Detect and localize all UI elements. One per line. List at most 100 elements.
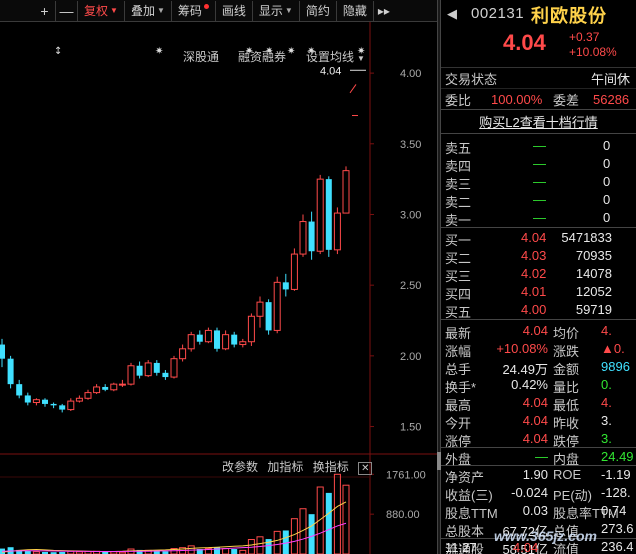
chouma-button[interactable]: 筹码 — [172, 0, 216, 21]
volume-bar — [342, 484, 350, 554]
status-label: 交易状态 — [445, 71, 498, 87]
sell-level-volume: 0 — [603, 156, 611, 171]
volume-bar — [214, 547, 220, 554]
candle-body — [144, 362, 152, 377]
weibi-label: 委比 — [445, 92, 472, 108]
sell-level-price: — — [533, 174, 546, 189]
buy-level-row[interactable]: 买二 4.03 70935 — [441, 247, 636, 266]
sell-book: 卖五 —0 卖四 —0 卖三 —0 卖二 —0 卖一 —0 — [441, 134, 636, 228]
candle-body — [16, 384, 23, 396]
tick-time: 11:27 — [445, 540, 477, 554]
sell-level-price: — — [533, 192, 546, 207]
candle-body — [153, 362, 160, 373]
candle-body — [333, 212, 341, 251]
sell-level-volume: 0 — [603, 174, 611, 189]
close-icon[interactable]: ✕ — [358, 462, 373, 475]
change-abs: +0.37 — [569, 30, 600, 44]
high-price-label: 4.04 — [320, 65, 341, 77]
stat-value: 4.04 — [522, 395, 548, 410]
stat-value: -128. — [601, 485, 631, 500]
candle-body — [204, 329, 212, 343]
sell-level-row[interactable]: 卖三 —0 — [441, 173, 636, 192]
weicha-label: 委差 — [553, 92, 580, 108]
candle-body — [50, 403, 57, 406]
weibi-value: 100.00% — [491, 91, 543, 107]
zoom-out-button[interactable]: — — [56, 0, 78, 21]
xianshi-dropdown[interactable]: 显示 ▼ — [253, 0, 300, 21]
candle-body — [265, 302, 272, 331]
chevron-down-icon: ▼ — [284, 6, 293, 15]
y-tick-label: 4.00 — [400, 68, 421, 80]
rongzi-tab[interactable]: 融资融券 — [238, 48, 286, 65]
sell-level-row[interactable]: 卖二 —0 — [441, 191, 636, 210]
stat-value: 0.03 — [522, 503, 548, 518]
candle-body — [247, 315, 255, 343]
sell-level-volume: 0 — [603, 192, 611, 207]
y-tick-label: 2.50 — [400, 280, 421, 292]
stat-row: 今开 4.04 昨收 3. — [441, 412, 636, 431]
stat-value: — — [535, 449, 548, 464]
stat-row: 收益(三) -0.024 PE(动) -128. — [441, 484, 636, 503]
sell-level-row[interactable]: 卖五 —0 — [441, 137, 636, 156]
buy-level-row[interactable]: 买四 4.01 12052 — [441, 283, 636, 302]
volume-bar — [231, 549, 238, 554]
notification-dot-icon — [203, 4, 209, 9]
candle-body — [0, 344, 5, 359]
sell-level-price: — — [533, 156, 546, 171]
kline-chart-area[interactable]: 深股通 融资融券 设置均线 ▼ ↕ ✷ ✷ ✷ ✷ ✷ ✷ 4.00 3.50 3.00 2.50 2… — [0, 22, 437, 554]
candle-body — [282, 282, 289, 290]
candle-body — [127, 365, 135, 385]
volume-bar — [290, 518, 298, 554]
stat-row: 最新 4.04 均价 4. — [441, 322, 636, 341]
candle-body — [170, 358, 178, 378]
fuquan-dropdown[interactable]: 复权 ▼ — [78, 0, 125, 21]
stat-value: 4.04 — [522, 431, 548, 446]
buy-l2-link[interactable]: 购买L2查看十档行情 — [441, 110, 636, 134]
buy-level-row[interactable]: 买一 4.04 5471833 — [441, 229, 636, 248]
yincang-button[interactable]: 隐藏 — [337, 0, 374, 21]
status-value: 午间休 — [591, 71, 631, 87]
buy-level-row[interactable]: 买五 4.00 59719 — [441, 301, 636, 320]
weibi-row: 委比 100.00% 委差 56286 — [441, 89, 636, 110]
chart-subtabs: 深股通 融资融券 设置均线 ▼ — [0, 46, 370, 64]
volume-bar — [308, 514, 315, 554]
stat-value: +10.08% — [496, 341, 548, 356]
candle-body — [196, 334, 203, 342]
triangle-left-icon[interactable]: ◀ — [447, 6, 457, 22]
volume-bar — [325, 492, 332, 554]
shengutong-tab[interactable]: 深股通 — [183, 48, 219, 65]
sell-level-row[interactable]: 卖四 —0 — [441, 155, 636, 174]
volume-bar — [316, 486, 324, 554]
sell-level-label: 卖一 — [445, 213, 472, 228]
stock-name: 利欧股份 — [531, 6, 607, 26]
stat-value: 4.04 — [522, 413, 548, 428]
huaxian-button[interactable]: 画线 — [216, 0, 253, 21]
buy-level-volume: 14078 — [575, 266, 612, 281]
candle-body — [7, 358, 14, 385]
buy-level-row[interactable]: 买三 4.02 14078 — [441, 265, 636, 284]
ma-settings-button[interactable]: 设置均线 ▼ — [306, 48, 365, 65]
chart-toolbar: + — 复权 ▼ 叠加 ▼ 筹码 画线 显示 ▼ 简约 隐藏 ▸▸ — [0, 0, 437, 22]
candle-body — [273, 281, 281, 331]
candle-body — [325, 179, 332, 250]
jianyue-button[interactable]: 简约 — [300, 0, 337, 21]
sell-level-row[interactable]: 卖一 — 0 — [441, 209, 636, 228]
chevron-down-icon: ▼ — [357, 54, 365, 63]
buy-level-price: 4.01 — [521, 284, 547, 299]
zoom-in-button[interactable]: + — [34, 0, 56, 21]
more-icon[interactable]: ▸▸ — [374, 1, 394, 21]
edit-params-button[interactable]: 改参数 — [222, 460, 258, 474]
add-indicator-button[interactable]: 加指标 — [267, 460, 303, 474]
volume-bar — [239, 549, 247, 554]
candle-body — [59, 405, 66, 410]
buy-level-volume: 12052 — [575, 284, 612, 299]
candle-body — [231, 334, 238, 345]
volume-bar — [333, 473, 341, 554]
switch-indicator-button[interactable]: 换指标 — [313, 460, 349, 474]
candle-body — [136, 365, 143, 376]
candle-body — [214, 330, 220, 349]
candle-body — [162, 372, 169, 378]
stock-code: 002131 — [471, 5, 525, 22]
diejia-dropdown[interactable]: 叠加 ▼ — [125, 0, 172, 21]
stat-label: ROE — [553, 467, 582, 482]
